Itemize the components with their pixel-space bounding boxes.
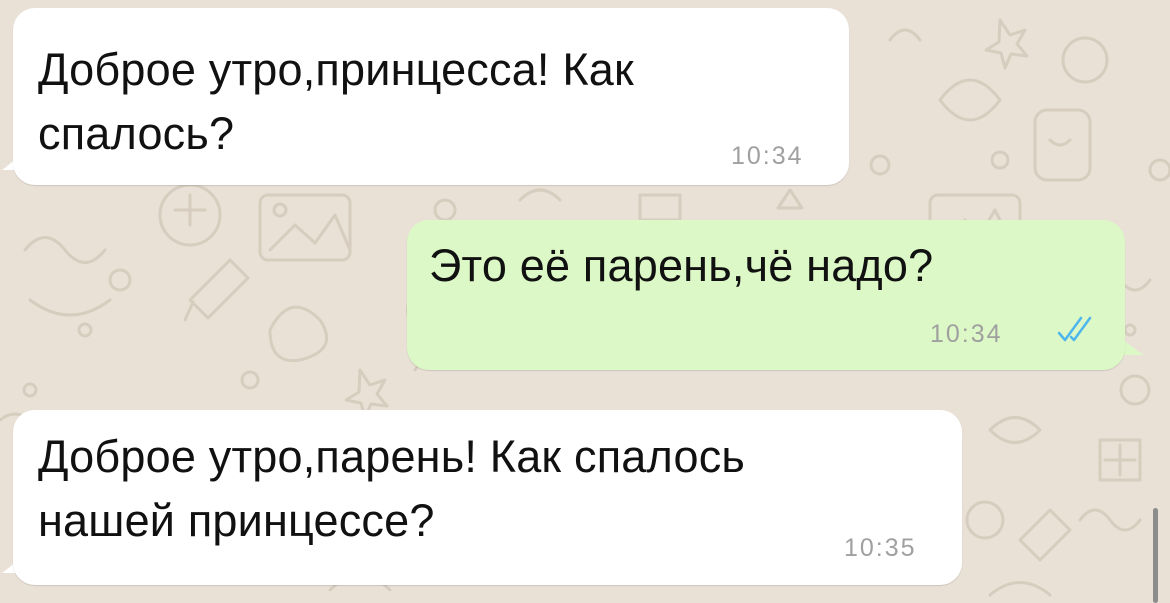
message-text: Доброе утро,принцесса! Как спалось? bbox=[38, 44, 634, 159]
incoming-message-bubble[interactable]: Доброе утро,принцесса! Как спалось? 10:3… bbox=[13, 8, 849, 185]
message-text: Доброе утро,парень! Как спалось нашей пр… bbox=[38, 431, 746, 546]
outgoing-message-bubble[interactable]: Это её парень,чё надо? 10:34 bbox=[407, 220, 1125, 370]
read-receipt-double-check-icon bbox=[1057, 316, 1092, 342]
message-timestamp: 10:34 bbox=[731, 142, 804, 170]
message-timestamp: 10:35 bbox=[844, 534, 917, 562]
scroll-indicator[interactable] bbox=[1153, 508, 1158, 603]
message-text: Это её парень,чё надо? bbox=[429, 240, 934, 291]
incoming-message-bubble[interactable]: Доброе утро,парень! Как спалось нашей пр… bbox=[13, 410, 962, 585]
message-timestamp: 10:34 bbox=[930, 320, 1003, 348]
